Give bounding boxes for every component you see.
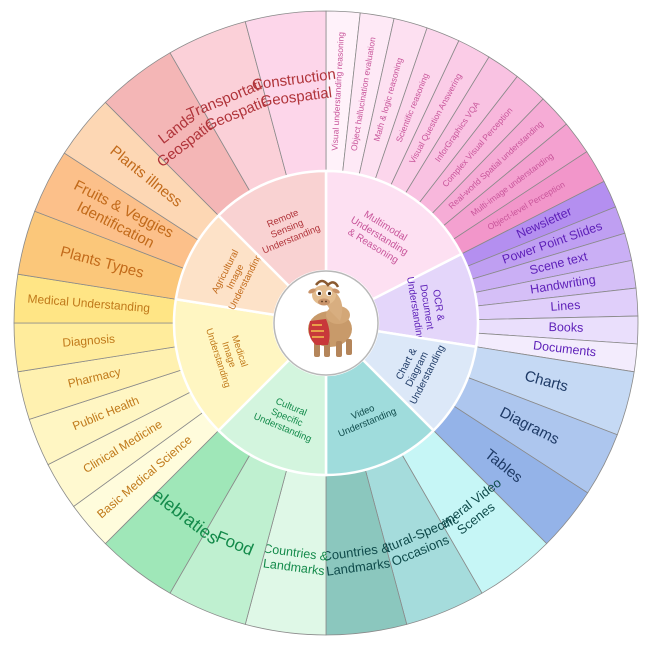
item-label-ocr-line: Lines [550,298,581,314]
taxonomy-wheel-diagram: Visual understanding reasoning Object hal… [13,10,639,636]
item-label-ocr: Books [548,320,583,335]
center-hub [273,270,379,376]
item-label-ocr-line: Books [548,320,583,335]
item-label-ocr: Lines [550,298,581,314]
